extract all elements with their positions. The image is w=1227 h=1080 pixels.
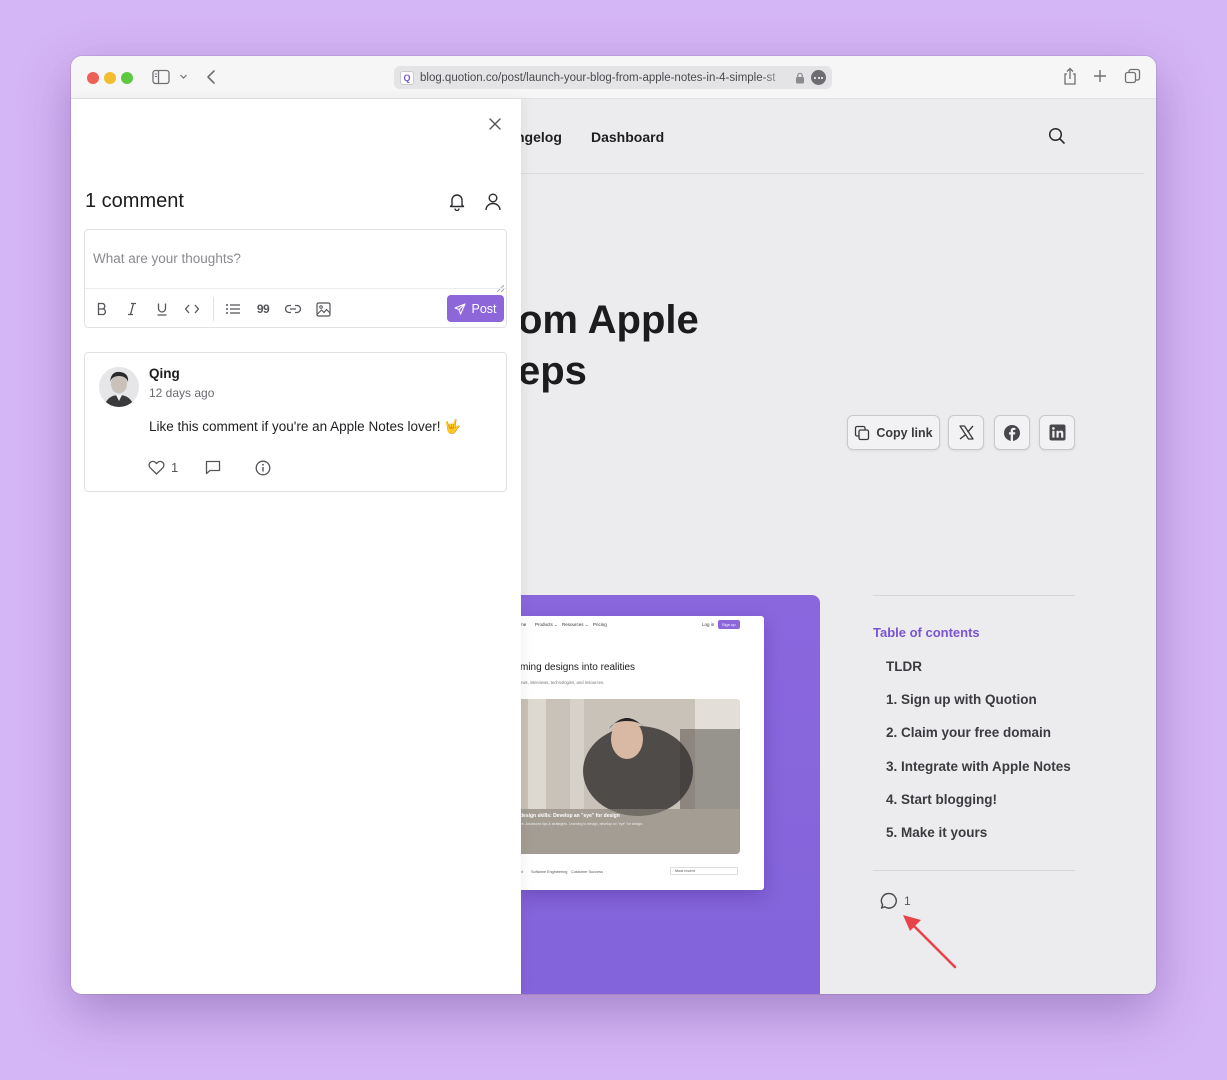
- like-button[interactable]: 1: [148, 460, 178, 475]
- toc-item[interactable]: 1. Sign up with Quotion: [886, 692, 1037, 707]
- toc-top-divider: [873, 595, 1075, 596]
- linkedin-logo-icon: [1049, 424, 1066, 441]
- site-favicon-icon: Q: [400, 70, 414, 85]
- minimize-window-button[interactable]: [104, 72, 116, 84]
- chevron-down-icon[interactable]: [179, 72, 188, 81]
- toc-item[interactable]: TLDR: [886, 659, 922, 674]
- comment-count: 1: [904, 894, 911, 908]
- cover-footer-2: Software Engineering: [531, 870, 568, 874]
- comments-title: 1 comment: [85, 190, 184, 212]
- toolbar-divider: [213, 297, 214, 321]
- close-icon[interactable]: [488, 117, 502, 131]
- cover-title: ming designs into realities: [520, 662, 636, 673]
- share-linkedin-button[interactable]: [1039, 415, 1075, 450]
- zoom-window-button[interactable]: [121, 72, 133, 84]
- post-cover-image: me Products ⌄ Resources ⌄ Pricing Log in…: [520, 595, 820, 994]
- heart-icon: [148, 460, 165, 475]
- reply-button[interactable]: [205, 460, 221, 475]
- lock-icon: [795, 72, 805, 84]
- comment-text: Like this comment if you're an Apple Not…: [149, 419, 462, 434]
- nav-changelog-link[interactable]: ngelog: [516, 129, 562, 145]
- share-x-button[interactable]: [948, 415, 984, 450]
- post-button[interactable]: Post: [447, 295, 504, 322]
- cover-nav-products: Products ⌄: [535, 622, 558, 627]
- page-menu-icon[interactable]: [811, 70, 826, 85]
- copy-icon: [854, 425, 870, 441]
- formatting-toolbar: 99 Post: [85, 288, 506, 328]
- bell-icon[interactable]: [448, 192, 466, 211]
- cover-nav-pricing: Pricing: [593, 622, 607, 627]
- cover-caption: design skills: Develop an "eye" for desi…: [520, 813, 620, 819]
- like-count: 1: [171, 460, 179, 475]
- comment-input[interactable]: [85, 230, 506, 288]
- address-bar[interactable]: Q blog.quotion.co/post/launch-your-blog-…: [394, 66, 832, 89]
- back-icon[interactable]: [205, 69, 217, 85]
- nav-divider: [520, 173, 1144, 174]
- image-icon[interactable]: [313, 299, 333, 319]
- toc-item[interactable]: 4. Start blogging!: [886, 792, 997, 807]
- toc-title: Table of contents: [873, 625, 980, 640]
- copy-link-button[interactable]: Copy link: [847, 415, 940, 450]
- avatar[interactable]: [99, 367, 139, 407]
- toc-item[interactable]: 5. Make it yours: [886, 825, 987, 840]
- user-icon[interactable]: [484, 192, 502, 211]
- nav-dashboard-link[interactable]: Dashboard: [591, 129, 664, 145]
- cover-photo: [520, 699, 740, 854]
- cover-subtitle: ews, interviews, technologies, and resou…: [520, 680, 605, 685]
- post-label: Post: [471, 301, 497, 316]
- comment-time: 12 days ago: [149, 386, 215, 400]
- underline-icon[interactable]: [152, 299, 172, 319]
- bold-icon[interactable]: [92, 299, 112, 319]
- cover-nav-resources: Resources ⌄: [562, 622, 589, 627]
- toc-item[interactable]: 3. Integrate with Apple Notes: [886, 759, 1071, 774]
- bullet-list-icon[interactable]: [223, 299, 243, 319]
- comments-panel: 1 comment What are your thoughts? 99 Pos…: [71, 99, 521, 994]
- comment-bubble-icon: [879, 891, 899, 911]
- link-icon[interactable]: [283, 299, 303, 319]
- comment-info-button[interactable]: [255, 460, 271, 476]
- cover-footer-3: Customer Success: [571, 870, 603, 874]
- cover-screenshot: me Products ⌄ Resources ⌄ Pricing Log in…: [520, 616, 764, 890]
- annotation-arrow-icon: [899, 909, 959, 976]
- new-tab-icon[interactable]: [1092, 68, 1108, 84]
- url-text: blog.quotion.co/post/launch-your-blog-fr…: [420, 71, 776, 84]
- sidebar-toggle-icon[interactable]: [152, 69, 170, 85]
- share-icon[interactable]: [1062, 67, 1078, 86]
- send-icon: [454, 302, 467, 315]
- reply-icon: [205, 460, 221, 475]
- comment-author[interactable]: Qing: [149, 366, 180, 381]
- cover-sort: Most recent: [670, 867, 738, 875]
- tab-overview-icon[interactable]: [1124, 68, 1141, 85]
- open-comments-button[interactable]: 1: [879, 891, 911, 911]
- italic-icon[interactable]: [122, 299, 142, 319]
- cover-login: Log in: [702, 622, 715, 627]
- share-facebook-button[interactable]: [994, 415, 1030, 450]
- cover-signup: Sign up: [718, 620, 740, 629]
- copy-link-label: Copy link: [876, 425, 933, 440]
- cover-caption-sub: ce. Advanced tips & strategies. Learning…: [520, 822, 644, 826]
- toc-bottom-divider: [873, 870, 1075, 871]
- search-icon[interactable]: [1048, 127, 1066, 145]
- comment-item: Qing 12 days ago Like this comment if yo…: [84, 352, 507, 492]
- post-title-line-1: om Apple: [518, 298, 699, 342]
- info-icon: [255, 460, 271, 476]
- close-window-button[interactable]: [87, 72, 99, 84]
- x-logo-icon: [958, 424, 975, 441]
- browser-window: Q blog.quotion.co/post/launch-your-blog-…: [71, 56, 1156, 994]
- browser-toolbar: Q blog.quotion.co/post/launch-your-blog-…: [71, 56, 1156, 99]
- comment-composer: 99 Post: [84, 229, 507, 328]
- post-title-line-2: eps: [518, 349, 587, 393]
- toc-item[interactable]: 2. Claim your free domain: [886, 725, 1051, 740]
- quote-icon[interactable]: 99: [253, 299, 273, 319]
- code-icon[interactable]: [182, 299, 202, 319]
- facebook-logo-icon: [1003, 424, 1021, 442]
